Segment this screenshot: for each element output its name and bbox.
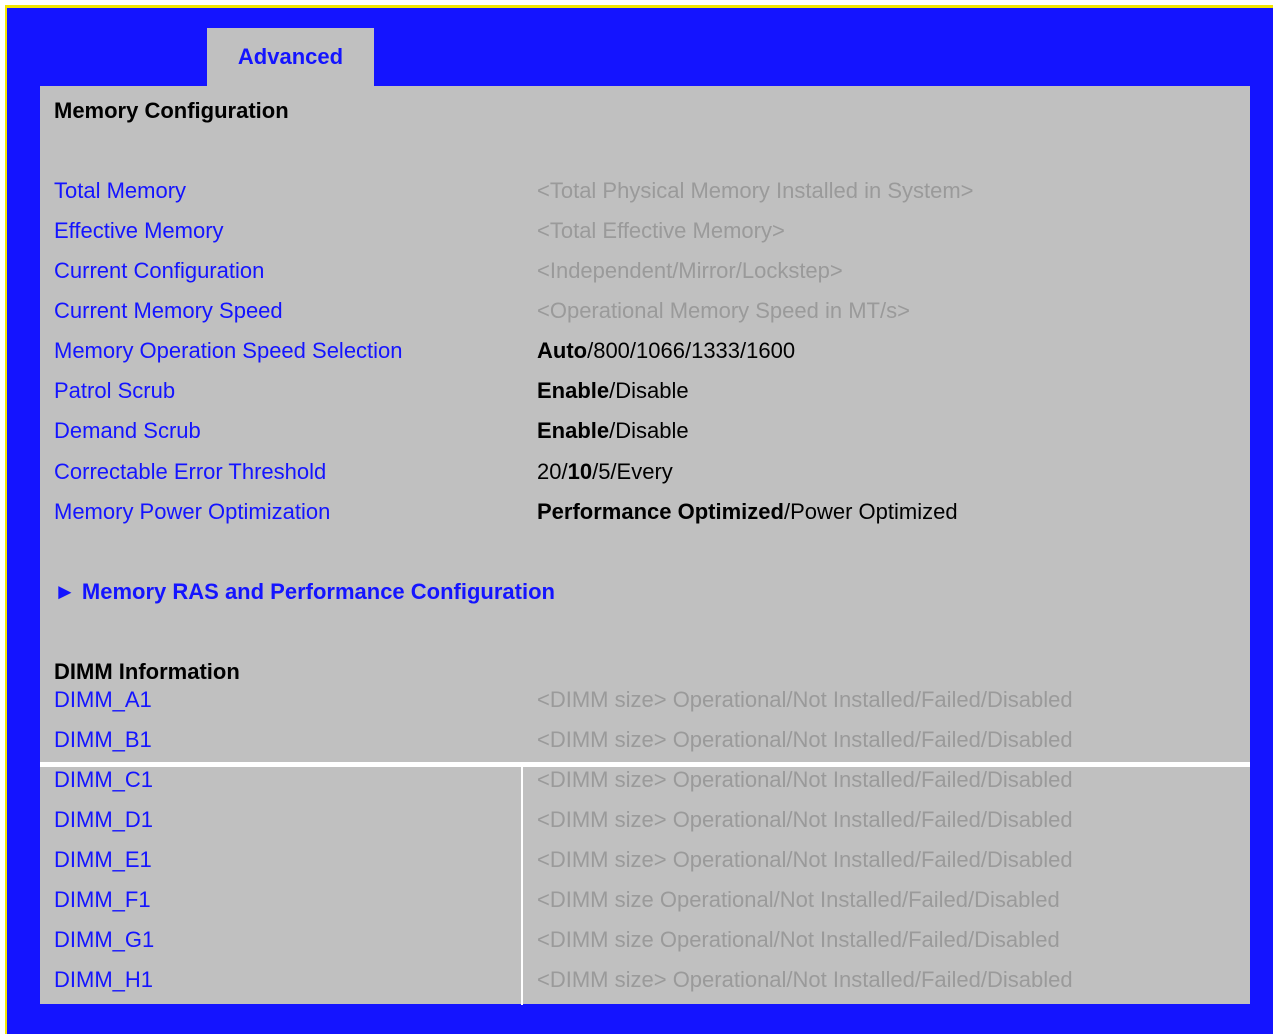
- option-value-pre: 20/: [537, 459, 568, 484]
- submenu-label: Memory RAS and Performance Configuration: [81, 579, 555, 604]
- option-value-default: Auto: [537, 338, 588, 363]
- dimm-status: <DIMM size Operational/Not Installed/Fai…: [537, 927, 1060, 952]
- option-value-default: Performance Optimized: [537, 499, 784, 524]
- row-effective-memory: Effective Memory <Total Effective Memory…: [54, 216, 1234, 246]
- option-value-post: /800/1066/1333/1600: [587, 338, 796, 363]
- option-value[interactable]: 20/10/5/Every: [537, 457, 673, 487]
- frame-left-border: [5, 5, 7, 1034]
- row-label: Current Memory Speed: [54, 298, 283, 323]
- option-value-post: /Power Optimized: [783, 499, 958, 524]
- option-value-post: /5/Every: [592, 459, 673, 484]
- option-label: Demand Scrub: [54, 418, 201, 443]
- row-current-configuration: Current Configuration <Independent/Mirro…: [54, 256, 1234, 286]
- dimm-row: DIMM_C1 <DIMM size> Operational/Not Inst…: [54, 765, 1234, 795]
- dimm-label: DIMM_G1: [54, 927, 155, 952]
- dimm-status: <DIMM size Operational/Not Installed/Fai…: [537, 887, 1060, 912]
- option-value-default: Enable: [537, 378, 610, 403]
- dimm-label: DIMM_D1: [54, 807, 154, 832]
- section-title: Memory Configuration: [54, 98, 289, 123]
- dimm-status: <DIMM size> Operational/Not Installed/Fa…: [537, 807, 1073, 832]
- dimm-row: DIMM_A1 <DIMM size> Operational/Not Inst…: [54, 685, 1234, 715]
- dimm-heading: DIMM Information: [54, 659, 240, 684]
- option-label: Patrol Scrub: [54, 378, 176, 403]
- dimm-status: <DIMM size> Operational/Not Installed/Fa…: [537, 767, 1073, 792]
- dimm-row: DIMM_D1 <DIMM size> Operational/Not Inst…: [54, 805, 1234, 835]
- option-demand-scrub[interactable]: Demand Scrub Enable/Disable: [54, 416, 1234, 446]
- row-label: Effective Memory: [54, 218, 224, 243]
- option-memory-operation-speed[interactable]: Memory Operation Speed Selection Auto/80…: [54, 336, 1234, 366]
- row-value: <Independent/Mirror/Lockstep>: [537, 258, 843, 283]
- dimm-label: DIMM_E1: [54, 847, 152, 872]
- option-value-default: 10: [567, 459, 593, 484]
- option-correctable-error-threshold[interactable]: Correctable Error Threshold 20/10/5/Ever…: [54, 457, 1234, 487]
- option-patrol-scrub[interactable]: Patrol Scrub Enable/Disable: [54, 376, 1234, 406]
- option-value-default: Enable: [537, 418, 610, 443]
- row-label: Current Configuration: [54, 258, 265, 283]
- dimm-row: DIMM_B1 <DIMM size> Operational/Not Inst…: [54, 725, 1234, 755]
- dimm-label: DIMM_A1: [54, 687, 152, 712]
- option-memory-power-optimization[interactable]: Memory Power Optimization Performance Op…: [54, 497, 1234, 527]
- dimm-label: DIMM_C1: [54, 767, 154, 792]
- frame-top-border: [5, 5, 1273, 8]
- dimm-status: <DIMM size> Operational/Not Installed/Fa…: [537, 847, 1073, 872]
- dimm-status: <DIMM size> Operational/Not Installed/Fa…: [537, 967, 1073, 992]
- dimm-status: <DIMM size> Operational/Not Installed/Fa…: [537, 687, 1073, 712]
- dimm-row: DIMM_G1 <DIMM size Operational/Not Insta…: [54, 925, 1234, 955]
- option-value[interactable]: Enable/Disable: [537, 376, 689, 406]
- option-label: Memory Operation Speed Selection: [54, 338, 403, 363]
- dimm-status: <DIMM size> Operational/Not Installed/Fa…: [537, 727, 1073, 752]
- row-total-memory: Total Memory <Total Physical Memory Inst…: [54, 176, 1234, 206]
- row-value: <Total Effective Memory>: [537, 218, 785, 243]
- tab-advanced[interactable]: Advanced: [207, 28, 374, 86]
- row-value: <Total Physical Memory Installed in Syst…: [537, 178, 974, 203]
- option-label: Correctable Error Threshold: [54, 459, 327, 484]
- dimm-row: DIMM_E1 <DIMM size> Operational/Not Inst…: [54, 845, 1234, 875]
- row-current-memory-speed: Current Memory Speed <Operational Memory…: [54, 296, 1234, 326]
- dimm-label: DIMM_H1: [54, 967, 154, 992]
- row-value: <Operational Memory Speed in MT/s>: [537, 298, 910, 323]
- option-value-post: /Disable: [609, 418, 689, 443]
- option-value[interactable]: Enable/Disable: [537, 416, 689, 446]
- row-label: Total Memory: [54, 178, 187, 203]
- option-label: Memory Power Optimization: [54, 499, 331, 524]
- option-value[interactable]: Auto/800/1066/1333/1600: [537, 336, 795, 366]
- submenu-memory-ras[interactable]: ► Memory RAS and Performance Configurati…: [54, 577, 555, 607]
- dimm-label: DIMM_B1: [54, 727, 152, 752]
- dimm-row: DIMM_F1 <DIMM size Operational/Not Insta…: [54, 885, 1234, 915]
- dimm-label: DIMM_F1: [54, 887, 151, 912]
- submenu-arrow-icon: ►: [54, 579, 76, 604]
- option-value[interactable]: Performance Optimized/Power Optimized: [537, 497, 958, 527]
- dimm-row: DIMM_H1 <DIMM size> Operational/Not Inst…: [54, 965, 1234, 995]
- option-value-post: /Disable: [609, 378, 689, 403]
